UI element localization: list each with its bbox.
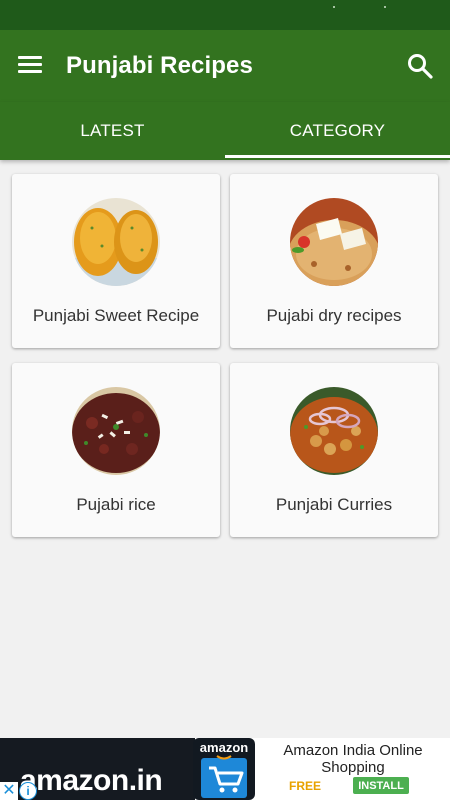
ad-price: FREE	[289, 779, 322, 793]
active-tab-indicator	[225, 155, 450, 158]
app-title: Punjabi Recipes	[66, 52, 253, 79]
category-label: Pujabi dry recipes	[266, 306, 402, 325]
category-card-curries[interactable]: Punjabi Curries	[230, 363, 438, 537]
status-bar	[0, 0, 450, 30]
category-thumbnail	[72, 387, 160, 475]
category-card-rice[interactable]: Pujabi rice	[12, 363, 220, 537]
ad-banner[interactable]: amazon.in ✕ i amazon Amazon India Online…	[0, 738, 450, 800]
tab-latest[interactable]: LATEST	[0, 102, 225, 160]
category-card-sweet[interactable]: Punjabi Sweet Recipe	[12, 174, 220, 348]
cart-icon	[201, 755, 247, 798]
search-icon[interactable]	[406, 52, 434, 80]
status-indicator	[384, 6, 386, 8]
ad-app-title: Amazon India Online Shopping	[283, 742, 423, 776]
ad-close-icon[interactable]: ✕	[0, 782, 18, 800]
ad-wordmark: amazon.in	[20, 764, 163, 797]
menu-icon[interactable]	[18, 56, 42, 74]
category-thumbnail	[290, 387, 378, 475]
category-label: Punjabi Curries	[275, 495, 393, 514]
category-label: Punjabi Sweet Recipe	[32, 306, 200, 325]
category-thumbnail	[72, 198, 160, 286]
ad-install-button[interactable]: INSTALL	[353, 777, 409, 794]
ad-app-icon[interactable]: amazon	[193, 738, 255, 800]
category-card-dry[interactable]: Pujabi dry recipes	[230, 174, 438, 348]
category-label: Pujabi rice	[76, 495, 156, 514]
tab-bar: LATEST CATEGORY	[0, 102, 450, 160]
tab-category[interactable]: CATEGORY	[225, 102, 450, 160]
category-thumbnail	[290, 198, 378, 286]
ad-info-icon[interactable]: i	[19, 782, 37, 800]
app-toolbar: Punjabi Recipes	[0, 30, 450, 102]
status-indicator	[333, 6, 335, 8]
